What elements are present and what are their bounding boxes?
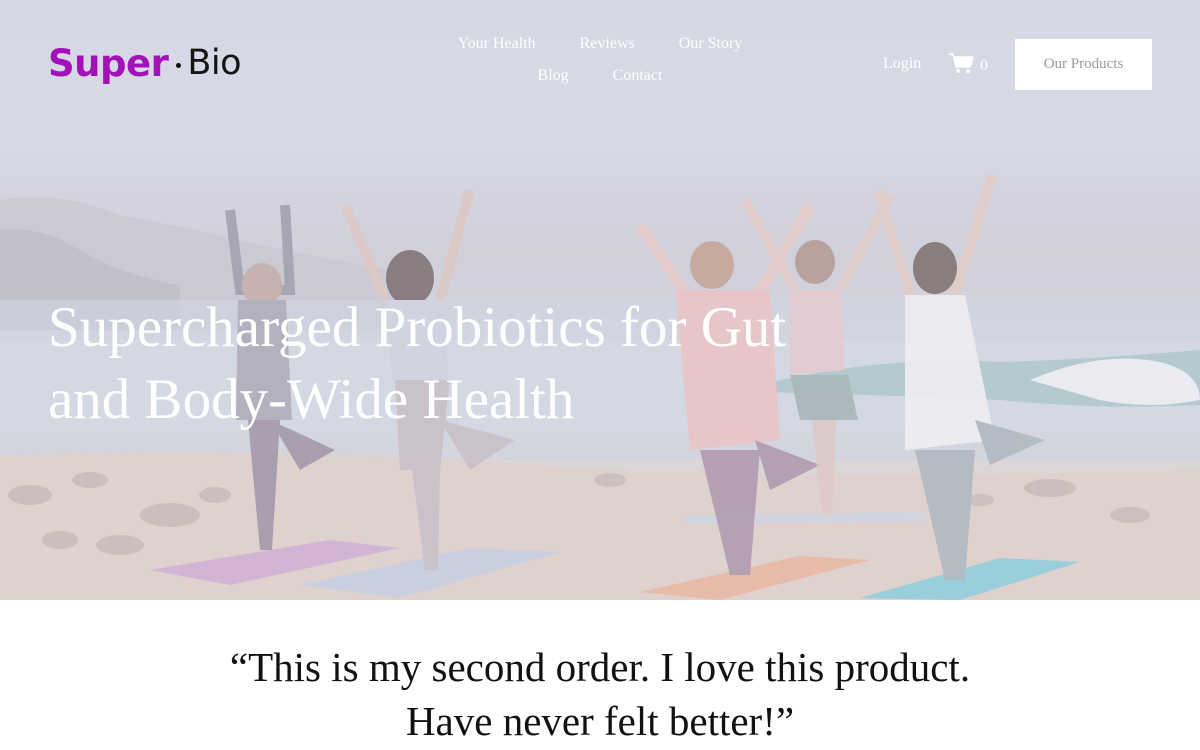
- cart-button[interactable]: 0: [948, 52, 988, 79]
- nav-row-2: Blog Contact: [420, 66, 780, 86]
- brand-name-part1: Super: [48, 41, 169, 85]
- cart-count: 0: [980, 56, 988, 74]
- nav-item-our-story[interactable]: Our Story: [679, 34, 743, 54]
- shopping-cart-icon: [948, 52, 974, 79]
- hero-headline-line1: Supercharged Probiotics for Gut: [48, 296, 787, 359]
- nav-item-reviews[interactable]: Reviews: [580, 34, 635, 54]
- brand-name-part2: Bio: [187, 43, 241, 83]
- nav-item-contact[interactable]: Contact: [613, 66, 663, 86]
- our-products-button[interactable]: Our Products: [1015, 39, 1152, 90]
- testimonial-line2: Have never felt better!”: [405, 698, 795, 744]
- testimonial-quote: “This is my second order. I love this pr…: [0, 640, 1200, 748]
- main-nav: Your Health Reviews Our Story Blog Conta…: [420, 34, 780, 86]
- testimonial-line1: “This is my second order. I love this pr…: [229, 644, 971, 690]
- nav-row-1: Your Health Reviews Our Story: [420, 34, 780, 54]
- nav-item-your-health[interactable]: Your Health: [458, 34, 536, 54]
- brand-logo[interactable]: Super Bio: [48, 38, 241, 88]
- brand-dot-separator: [176, 62, 182, 68]
- hero-headline: Supercharged Probiotics for Gut and Body…: [48, 292, 868, 436]
- login-link[interactable]: Login: [883, 54, 921, 74]
- hero-headline-line2: and Body-Wide Health: [48, 368, 575, 431]
- nav-item-blog[interactable]: Blog: [538, 66, 569, 86]
